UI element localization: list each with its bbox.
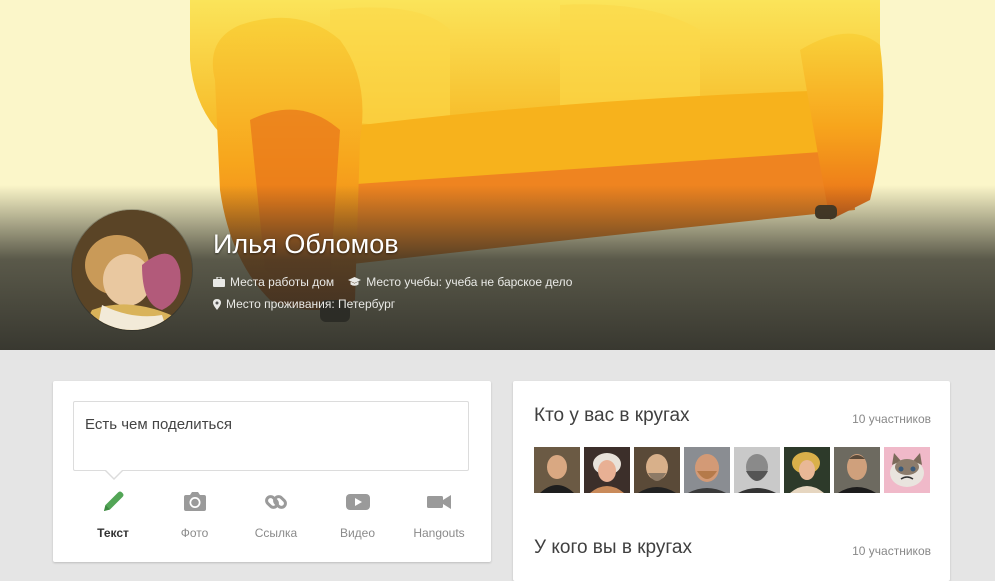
- share-action-label: Текст: [97, 526, 129, 540]
- hangouts-camera-icon: [427, 495, 451, 509]
- share-placeholder: Есть чем поделиться: [85, 416, 232, 433]
- person-avatar[interactable]: [834, 447, 880, 493]
- have-you-in-circles-count[interactable]: 10 участников: [852, 544, 931, 558]
- avatar-image: [72, 210, 192, 330]
- graduation-cap-icon: [348, 277, 362, 286]
- video-play-icon: [345, 494, 370, 510]
- share-action-label: Ссылка: [254, 526, 298, 540]
- have-you-in-circles-title[interactable]: У кого вы в кругах: [534, 537, 692, 559]
- profile-info-row: Место проживания: Петербург: [213, 297, 409, 311]
- person-avatar[interactable]: [534, 447, 580, 493]
- camera-icon: [183, 492, 206, 511]
- share-action-label: Hangouts: [413, 526, 465, 540]
- circle-people-list: [534, 447, 934, 493]
- pencil-icon: [104, 491, 124, 511]
- residence-info: Место проживания: Петербург: [213, 297, 395, 311]
- briefcase-icon: [213, 277, 225, 287]
- in-your-circles-title[interactable]: Кто у вас в кругах: [534, 405, 690, 427]
- link-icon: [265, 495, 287, 509]
- share-actions: Текст Фото Ссылка Видео Hangouts: [73, 489, 479, 545]
- share-box: Есть чем поделиться Текст Фото Ссылка Ви…: [53, 381, 491, 562]
- education-info: Место учебы: учеба не барское дело: [348, 275, 572, 289]
- share-action-label: Фото: [180, 526, 209, 540]
- avatar[interactable]: [72, 210, 192, 330]
- work-info: Места работы дом: [213, 275, 334, 289]
- person-avatar[interactable]: [884, 447, 930, 493]
- person-avatar[interactable]: [634, 447, 680, 493]
- location-pin-icon: [213, 298, 221, 310]
- residence-text: Место проживания: Петербург: [226, 297, 396, 311]
- profile-name: Илья Обломов: [213, 229, 399, 259]
- share-hangouts-button[interactable]: Hangouts: [399, 489, 479, 545]
- circles-card: Кто у вас в кругах 10 участников У кого …: [513, 381, 950, 581]
- person-avatar[interactable]: [734, 447, 780, 493]
- person-avatar[interactable]: [684, 447, 730, 493]
- person-avatar[interactable]: [784, 447, 830, 493]
- share-input[interactable]: Есть чем поделиться: [73, 401, 469, 471]
- share-photo-button[interactable]: Фото: [155, 489, 235, 545]
- profile-info-row: Места работы дом Место учебы: учеба не б…: [213, 275, 586, 289]
- work-text: Места работы дом: [230, 275, 335, 289]
- share-video-button[interactable]: Видео: [318, 489, 398, 545]
- share-link-button[interactable]: Ссылка: [236, 489, 316, 545]
- person-avatar[interactable]: [584, 447, 630, 493]
- share-text-button[interactable]: Текст: [73, 489, 153, 545]
- education-text: Место учебы: учеба не барское дело: [366, 275, 573, 289]
- share-input-pointer: [105, 470, 123, 480]
- share-action-label: Видео: [339, 526, 376, 540]
- in-your-circles-count[interactable]: 10 участников: [852, 412, 931, 426]
